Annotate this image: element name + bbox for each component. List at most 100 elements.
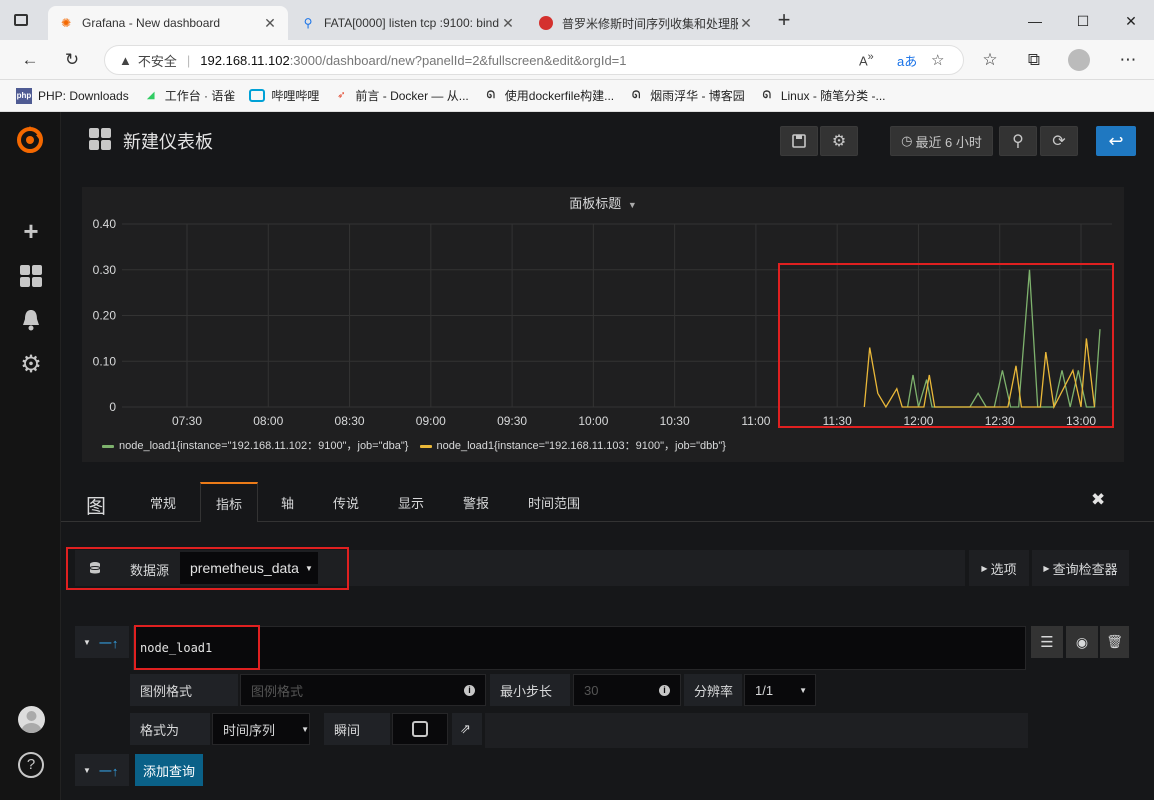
bookmark-label: 前言 - Docker — 从... (355, 89, 469, 103)
add-query-button[interactable]: 添加查询 (135, 754, 203, 786)
tab-label: 显示 (398, 495, 425, 511)
read-aloud-icon[interactable]: A» (859, 51, 874, 68)
bookmarks-bar: php PHP: Downloads ◢ 工作台 · 语雀 哔哩哔哩 ➶ 前言 - D… (0, 80, 1154, 112)
resolution-select[interactable]: 1/1 ▼ (744, 674, 816, 706)
minimize-button[interactable]: — (1022, 8, 1048, 34)
php-icon: php (16, 87, 32, 104)
grafana-logo-icon[interactable] (14, 124, 46, 156)
instant-checkbox[interactable] (412, 721, 428, 737)
query-delete-button[interactable]: 🗑 (1100, 626, 1129, 658)
tab-actions-icon[interactable] (14, 14, 28, 26)
collections-icon[interactable]: ⧉ (1022, 48, 1046, 72)
panel-title-text: 面板标题 (569, 196, 622, 211)
x-tick-label: 08:30 (335, 414, 365, 428)
close-icon[interactable]: ✕ (262, 15, 278, 32)
bookmark-docker[interactable]: ➶ 前言 - Docker — 从... (333, 87, 469, 104)
add-query-toggle[interactable]: ▼ 一↑ (75, 754, 129, 786)
highlight-box-datasource (66, 547, 349, 590)
close-icon[interactable]: ✕ (738, 15, 754, 32)
close-editor-icon[interactable]: ✖ (1091, 490, 1105, 510)
plus-icon[interactable]: + (18, 218, 44, 244)
url-separator: | (186, 52, 191, 68)
y-tick-label: 0.40 (93, 217, 117, 231)
bookmark-label: PHP: Downloads (38, 88, 129, 103)
settings-button[interactable]: ⚙ (820, 126, 858, 156)
min-step-label: 最小步长 (490, 674, 570, 706)
tab-metrics[interactable]: 指标 (200, 482, 258, 522)
external-link-button[interactable]: ⇗ (452, 713, 482, 745)
legend-swatch (102, 444, 114, 448)
bookmark-linux[interactable]: ᘏ Linux - 随笔分类 -... (759, 87, 886, 104)
tab-legend[interactable]: 传说 (333, 482, 359, 522)
translate-icon[interactable]: aあ (897, 51, 917, 70)
bookmark-yuque[interactable]: ◢ 工作台 · 语雀 (143, 87, 236, 104)
x-tick-label: 07:30 (172, 414, 202, 428)
format-as-select[interactable]: 时间序列 ▼ (212, 713, 310, 745)
bilibili-icon (249, 89, 266, 102)
format-as-label-text: 格式为 (140, 722, 180, 738)
back-button[interactable]: ← (18, 48, 42, 72)
save-icon (792, 134, 806, 148)
min-step-input[interactable]: 30 i (573, 674, 681, 706)
save-dashboard-button[interactable] (780, 126, 818, 156)
user-avatar[interactable] (18, 706, 45, 733)
legend-format-label-text: 图例格式 (140, 683, 193, 699)
help-icon[interactable]: ? (18, 752, 44, 778)
new-tab-button[interactable]: + (772, 8, 796, 32)
y-tick-label: 0.30 (93, 263, 117, 277)
x-tick-label: 09:30 (497, 414, 527, 428)
gear-icon: ⚙ (831, 133, 847, 150)
bookmark-php[interactable]: php PHP: Downloads (16, 87, 129, 104)
url-path: :3000/dashboard/new?panelId=2&fullscreen… (289, 52, 627, 68)
window-close-button[interactable]: ✕ (1118, 8, 1144, 34)
legend-format-placeholder: 图例格式 (251, 683, 304, 699)
query-letter-icon: 一↑ (98, 763, 119, 779)
highlight-box-chart (778, 263, 1114, 428)
caret-right-icon: ▶ (1043, 563, 1050, 573)
tab-label: 时间范围 (528, 495, 581, 511)
options-button[interactable]: ▶ 选项 (969, 550, 1029, 586)
tab-general[interactable]: 常规 (150, 482, 176, 522)
tab-alert[interactable]: 警报 (463, 482, 489, 522)
back-to-dashboard-button[interactable]: ↩ (1096, 126, 1136, 156)
profile-avatar[interactable] (1068, 49, 1090, 71)
refresh-dashboard-button[interactable]: ⟳ (1040, 126, 1078, 156)
url-field[interactable]: ▲ 不安全 | 192.168.11.102 :3000/dashboard/n… (104, 45, 964, 75)
grafana-sidemenu: + ⚙ ? (0, 112, 61, 800)
bookmark-label: 工作台 · 语雀 (164, 89, 236, 103)
close-icon[interactable]: ✕ (500, 15, 516, 32)
tab-display[interactable]: 显示 (398, 482, 424, 522)
query-hide-button[interactable]: ◉ (1066, 626, 1098, 658)
favorite-add-icon[interactable]: ☆ (931, 51, 944, 69)
legend-format-input[interactable]: 图例格式 i (240, 674, 486, 706)
tab-axes[interactable]: 轴 (281, 482, 294, 522)
legend-item-dba[interactable]: node_load1{instance="192.168.11.102：9100… (102, 440, 408, 452)
bookmark-cnblogs[interactable]: ᘏ 烟雨浮华 - 博客园 (628, 87, 745, 104)
panel-title[interactable]: 面板标题 ▼ (82, 193, 1124, 212)
caret-down-icon: ▼ (799, 685, 807, 695)
bookmark-bilibili[interactable]: 哔哩哔哩 (249, 87, 319, 104)
legend-label: node_load1{instance="192.168.11.103：9100… (436, 440, 726, 452)
bookmark-dockerfile[interactable]: ᘏ 使用dockerfile构建... (483, 87, 615, 104)
query-editor-area (133, 626, 1026, 670)
query-collapse-toggle[interactable]: ▼ 一↑ (75, 626, 129, 658)
legend-item-dbb[interactable]: node_load1{instance="192.168.11.103：9100… (419, 440, 726, 452)
tab-fata[interactable]: ⚲ FATA[0000] listen tcp :9100: bind ✕ (290, 6, 526, 40)
query-inspector-button[interactable]: ▶ 查询检查器 (1032, 550, 1129, 586)
query-menu-button[interactable]: ☰ (1031, 626, 1063, 658)
maximize-button[interactable]: ☐ (1070, 8, 1096, 34)
tab-time-range[interactable]: 时间范围 (528, 482, 580, 522)
favorites-icon[interactable]: ☆ (978, 48, 1002, 72)
zoom-out-button[interactable]: ⚲ (999, 126, 1037, 156)
tab-grafana[interactable]: ✺ Grafana - New dashboard ✕ (48, 6, 288, 40)
bell-icon[interactable] (18, 308, 44, 334)
time-picker-button[interactable]: ◷ 最近 6 小时 (890, 126, 993, 156)
tab-prometheus[interactable]: 普罗米修斯时间序列收集和处理服 ✕ (528, 6, 764, 40)
caret-down-icon: ▼ (301, 724, 309, 734)
more-menu-icon[interactable]: ⋯ (1116, 48, 1140, 72)
refresh-button[interactable]: ↻ (60, 48, 84, 72)
trash-icon: 🗑 (1106, 634, 1123, 649)
dashboards-icon[interactable] (18, 264, 44, 290)
gear-icon[interactable]: ⚙ (18, 352, 44, 378)
dashboard-title[interactable]: 新建仪表板 (123, 128, 213, 154)
